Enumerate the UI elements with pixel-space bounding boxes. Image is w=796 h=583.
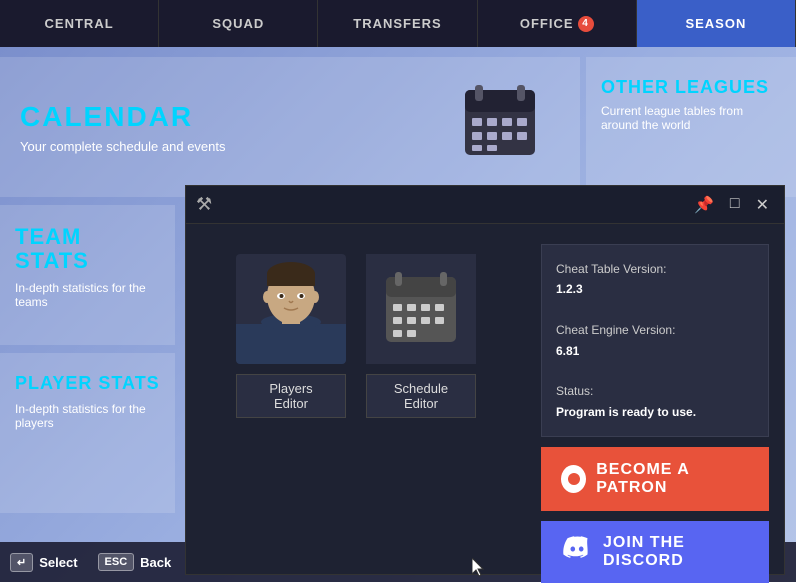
nav-office-label: OFFICE xyxy=(520,16,574,31)
players-editor-label: Players Editor xyxy=(236,374,346,418)
schedule-editor-label: Schedule Editor xyxy=(366,374,476,418)
player-stats-card[interactable]: PLAYER STATS In-depth statistics for the… xyxy=(0,353,175,513)
calendar-text: CALENDAR Your complete schedule and even… xyxy=(20,101,226,154)
info-panel: Cheat Table Version: 1.2.3 Cheat Engine … xyxy=(526,224,784,574)
select-label: Select xyxy=(39,555,77,570)
nav-season[interactable]: SEASON xyxy=(637,0,796,47)
nav-transfers-label: TRANSFERS xyxy=(353,16,441,31)
nav-central-label: CENTRAL xyxy=(45,16,114,31)
calendar-subtitle: Your complete schedule and events xyxy=(20,139,226,154)
other-leagues-card[interactable]: OTHER LEAGUES Current league tables from… xyxy=(586,57,796,197)
nav-squad-label: SQUAD xyxy=(212,16,264,31)
modal-body: Players Editor xyxy=(186,224,784,574)
top-navigation: CENTRAL SQUAD TRANSFERS OFFICE 4 SEASON xyxy=(0,0,796,47)
become-patron-button[interactable]: BECOME A PATRON xyxy=(541,447,769,511)
schedule-icon-container xyxy=(366,254,476,364)
nav-squad[interactable]: SQUAD xyxy=(159,0,318,47)
patron-icon xyxy=(561,465,586,493)
office-badge: 4 xyxy=(578,16,594,32)
cheat-table-version-label: Cheat Table Version: xyxy=(556,259,754,279)
team-stats-title: TEAMSTATS xyxy=(15,225,160,273)
select-btn[interactable]: ↵ Select xyxy=(10,553,78,572)
player-stats-title: PLAYER STATS xyxy=(15,373,160,394)
cheat-engine-version-value: 6.81 xyxy=(556,341,754,361)
team-stats-card[interactable]: TEAMSTATS In-depth statistics for the te… xyxy=(0,205,175,345)
cheat-table-version-value: 1.2.3 xyxy=(556,279,754,299)
other-leagues-subtitle: Current league tables from around the wo… xyxy=(601,104,781,132)
player-stats-subtitle: In-depth statistics for the players xyxy=(15,402,160,430)
editors-panel: Players Editor xyxy=(186,224,526,574)
back-key-icon: ESC xyxy=(98,553,135,571)
join-discord-button[interactable]: JOIN THEDISCORD xyxy=(541,521,769,583)
players-editor-card[interactable]: Players Editor xyxy=(236,254,346,418)
discord-label: JOIN THEDISCORD xyxy=(603,534,685,570)
nav-central[interactable]: CENTRAL xyxy=(0,0,159,47)
close-icon[interactable]: ✕ xyxy=(751,193,774,217)
wrench-icon: ⚒ xyxy=(196,194,212,215)
nav-office[interactable]: OFFICE 4 xyxy=(478,0,637,47)
patron-label: BECOME A PATRON xyxy=(596,461,749,497)
modal-titlebar: ⚒ 📌 □ ✕ xyxy=(186,186,784,224)
schedule-editor-card[interactable]: Schedule Editor xyxy=(366,254,476,418)
pin-icon[interactable]: 📌 xyxy=(689,193,719,217)
calendar-title: CALENDAR xyxy=(20,101,226,133)
patron-icon-dot xyxy=(568,473,580,485)
back-btn[interactable]: ESC Back xyxy=(98,553,172,571)
select-key-icon: ↵ xyxy=(10,553,33,572)
cheat-engine-modal: ⚒ 📌 □ ✕ xyxy=(185,185,785,575)
discord-logo-icon xyxy=(561,533,593,571)
nav-season-label: SEASON xyxy=(685,16,746,31)
calendar-icon xyxy=(460,80,540,174)
back-label: Back xyxy=(140,555,171,570)
status-value: Program is ready to use. xyxy=(556,402,754,422)
modal-window-controls: 📌 □ ✕ xyxy=(689,193,774,217)
nav-transfers[interactable]: TRANSFERS xyxy=(318,0,477,47)
player-avatar xyxy=(236,254,346,364)
team-stats-subtitle: In-depth statistics for the teams xyxy=(15,281,160,309)
other-leagues-title: OTHER LEAGUES xyxy=(601,77,781,98)
cheat-engine-version-label: Cheat Engine Version: xyxy=(556,320,754,340)
version-info-box: Cheat Table Version: 1.2.3 Cheat Engine … xyxy=(541,244,769,437)
calendar-card[interactable]: CALENDAR Your complete schedule and even… xyxy=(0,57,580,197)
status-label: Status: xyxy=(556,381,754,401)
maximize-icon[interactable]: □ xyxy=(725,193,745,217)
